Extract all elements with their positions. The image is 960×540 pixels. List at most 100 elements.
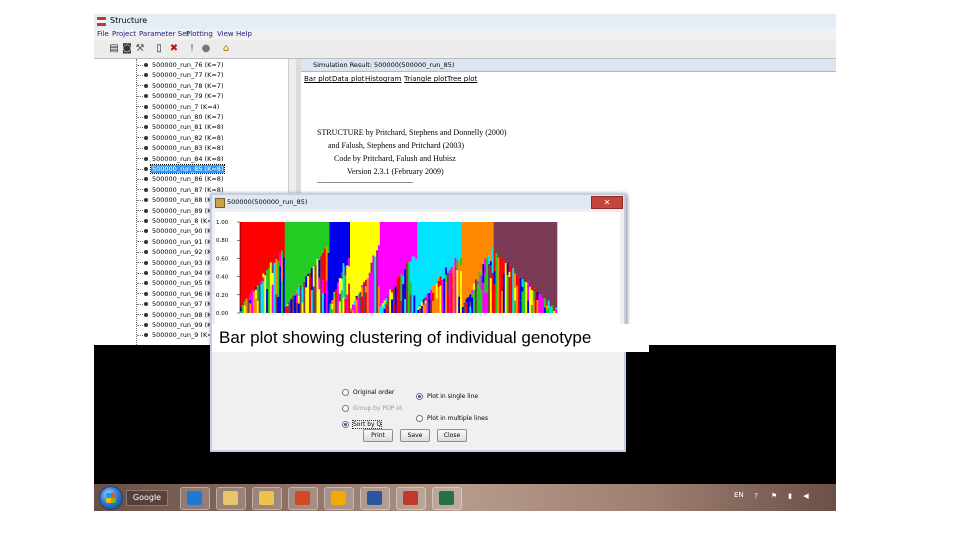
bar-segment: [359, 292, 362, 313]
tree-item[interactable]: 500000_run_80 (K=7): [137, 112, 224, 122]
bar-segment: [387, 296, 390, 299]
tab-tree-plot[interactable]: Tree plot: [447, 75, 477, 83]
taskbar-app-button[interactable]: [324, 487, 354, 510]
tab-triangle-plot[interactable]: Triangle plot: [404, 75, 447, 83]
option-plot-single-line[interactable]: Plot in single line: [416, 393, 478, 400]
tree-branch-line: [137, 168, 143, 170]
bar-segment: [536, 291, 539, 300]
tab-bar-plot[interactable]: Bar plot: [304, 75, 332, 83]
bar-segment: [396, 222, 399, 279]
tree-item[interactable]: 500000_run_9 (K=4): [137, 330, 220, 340]
help-icon[interactable]: ?: [752, 492, 760, 500]
option-plot-multiple-lines[interactable]: Plot in multiple lines: [416, 415, 488, 422]
bar-segment: [344, 266, 347, 276]
save-button[interactable]: Save: [400, 429, 430, 442]
taskbar-app-button[interactable]: [180, 487, 210, 510]
tab-data-plot[interactable]: Data plot: [332, 75, 364, 83]
start-button[interactable]: [99, 486, 123, 510]
option-sort-by-q[interactable]: Sort by Q: [342, 420, 383, 429]
tree-item[interactable]: 500000_run_78 (K=7): [137, 81, 224, 91]
bar-segment: [415, 222, 418, 260]
delete-icon[interactable]: ✖: [168, 43, 180, 55]
tree-item[interactable]: 500000_run_7 (K=4): [137, 102, 220, 112]
option-original-order[interactable]: Original order: [342, 389, 394, 396]
bar-segment: [269, 262, 272, 285]
tree-branch-line: [137, 147, 143, 149]
bar-segment: [480, 275, 483, 290]
speaker-icon[interactable]: ◀: [802, 492, 810, 500]
flag-icon[interactable]: ⚑: [770, 492, 778, 500]
tree-item[interactable]: 500000_run_82 (K=8): [137, 133, 224, 143]
bar-segment: [350, 222, 353, 309]
tree-branch-line: [137, 324, 143, 326]
bar-segment: [385, 298, 388, 302]
tree-node-icon: [144, 312, 148, 317]
bar-segment: [342, 222, 345, 264]
bar-segment: [508, 264, 511, 272]
network-icon[interactable]: ▮: [786, 492, 794, 500]
tree-item[interactable]: 500000_run_8 (K=4): [137, 216, 220, 226]
tab-histogram[interactable]: Histogram: [365, 75, 401, 83]
language-indicator[interactable]: EN: [734, 491, 744, 499]
tree-item[interactable]: 500000_run_77 (K=7): [137, 70, 224, 80]
taskbar-app-button[interactable]: [252, 487, 282, 510]
bar-segment: [325, 280, 328, 313]
tree-branch-line: [137, 262, 143, 264]
tree-item[interactable]: 500000_run_86 (K=8): [137, 174, 224, 184]
menu-file[interactable]: File: [97, 30, 109, 38]
tree-item[interactable]: 500000_run_84 (K=8): [137, 154, 224, 164]
bar-segment: [303, 295, 306, 313]
bar-segment: [534, 222, 537, 289]
tree-node-icon: [144, 167, 148, 171]
print-button[interactable]: Print: [363, 429, 393, 442]
taskbar-app-button[interactable]: [288, 487, 318, 510]
open-project-icon[interactable]: ◙: [121, 43, 133, 55]
bar-segment: [489, 265, 493, 279]
save-project-icon[interactable]: ▤: [108, 43, 120, 55]
bar-segment: [545, 305, 548, 311]
tree-item-label: 500000_run_82 (K=8): [152, 133, 224, 142]
menu-view[interactable]: View: [217, 30, 234, 38]
taskbar-app-button[interactable]: [432, 487, 462, 510]
tree-item[interactable]: 500000_run_81 (K=8): [137, 122, 224, 132]
bar-segment: [318, 259, 321, 278]
citation-line-1: STRUCTURE by Pritchard, Stephens and Don…: [317, 128, 507, 137]
bar-segment: [353, 300, 356, 305]
radio-original-order[interactable]: [342, 389, 349, 396]
close-button[interactable]: Close: [437, 429, 467, 442]
home-icon[interactable]: ⌂: [220, 43, 232, 55]
bar-segment: [473, 289, 476, 313]
tools-icon[interactable]: ⚒: [134, 43, 146, 55]
bar-segment: [443, 278, 446, 313]
google-search-box[interactable]: Google: [126, 490, 168, 506]
dialog-close-button[interactable]: ✕: [591, 196, 623, 209]
bar-segment: [488, 222, 491, 256]
menu-plotting[interactable]: Plotting: [186, 30, 213, 38]
taskbar-app-button[interactable]: [360, 487, 390, 510]
bar-segment: [398, 275, 401, 313]
radio-sort-by-q[interactable]: [342, 421, 349, 428]
bar-segment: [301, 222, 304, 288]
menu-project[interactable]: Project: [112, 30, 136, 38]
settings-icon[interactable]: ●: [200, 43, 212, 55]
info-icon[interactable]: !: [186, 43, 198, 55]
taskbar-app-button[interactable]: [396, 487, 426, 510]
bar-segment: [342, 263, 345, 298]
menu-help[interactable]: Help: [236, 30, 252, 38]
bar-segment: [254, 289, 258, 299]
bar-segment: [377, 222, 381, 246]
tree-item[interactable]: 500000_run_76 (K=7): [137, 60, 224, 70]
taskbar-app-button[interactable]: [216, 487, 246, 510]
tree-branch-line: [137, 95, 143, 97]
bar-segment: [292, 296, 295, 313]
option-group-by-pop-id: Group by POP Id: [342, 405, 402, 412]
tree-item[interactable]: 500000_run_85 (K=8): [137, 164, 226, 174]
radio-plot-single-line[interactable]: [416, 393, 423, 400]
radio-plot-multiple-lines[interactable]: [416, 415, 423, 422]
menu-parameter-set[interactable]: Parameter Set: [139, 30, 189, 38]
tree-item[interactable]: 500000_run_83 (K=8): [137, 143, 224, 153]
tree-branch-line: [137, 230, 143, 232]
tree-item[interactable]: 500000_run_79 (K=7): [137, 91, 224, 101]
bar-segment: [443, 222, 446, 279]
new-document-icon[interactable]: ▯: [153, 43, 165, 55]
